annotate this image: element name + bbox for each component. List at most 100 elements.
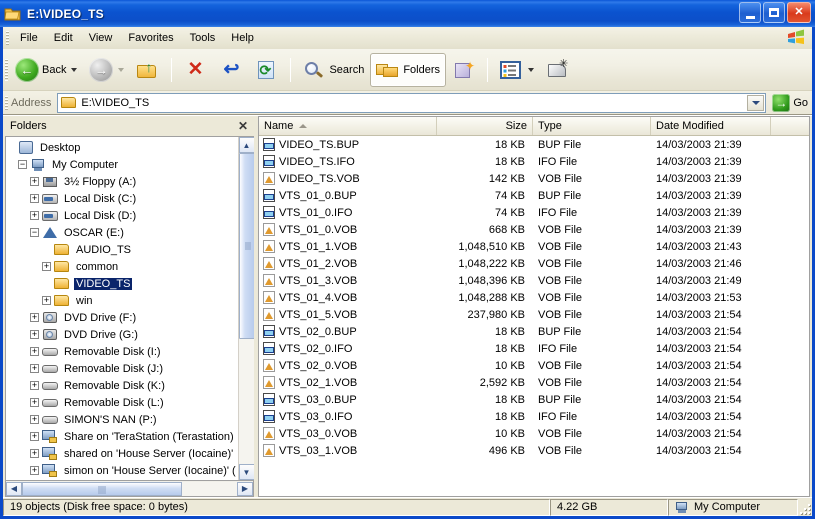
folders-button[interactable]: Folders: [370, 52, 447, 87]
tree-item-shared-on-house-server-iocaine[interactable]: + shared on 'House Server (Iocaine)': [6, 445, 238, 462]
tree-scroll-track[interactable]: [238, 153, 254, 464]
tree-item-dvd-drive-f[interactable]: + DVD Drive (F:): [6, 309, 238, 326]
toolbar-gripper[interactable]: [5, 59, 8, 81]
views-button[interactable]: [493, 53, 540, 87]
close-x-icon[interactable]: ✕: [238, 119, 248, 133]
tree-item-share-on-terastation-terastation[interactable]: + Share on 'TeraStation (Terastation): [6, 428, 238, 445]
table-row[interactable]: VTS_03_0.IFO 18 KB IFO File 14/03/2003 21:5…: [259, 408, 809, 425]
tree-expander[interactable]: +: [30, 194, 39, 203]
undo-button[interactable]: ↩: [213, 53, 249, 87]
scroll-down-icon[interactable]: ▼: [238, 464, 254, 480]
table-row[interactable]: VTS_03_1.VOB 496 KB VOB File 14/03/2003 21:…: [259, 442, 809, 459]
table-row[interactable]: VTS_02_0.BUP 18 KB BUP File 14/03/2003 21:5…: [259, 323, 809, 340]
menu-favorites[interactable]: Favorites: [120, 30, 181, 46]
resize-grip[interactable]: [798, 499, 812, 516]
table-row[interactable]: VTS_03_0.BUP 18 KB BUP File 14/03/2003 21:5…: [259, 391, 809, 408]
tree-item-removable-disk-l[interactable]: + Removable Disk (L:): [6, 394, 238, 411]
tree-expander[interactable]: +: [30, 364, 39, 373]
table-row[interactable]: VTS_02_1.VOB 2,592 KB VOB File 14/03/2003 2…: [259, 374, 809, 391]
tree-expander[interactable]: −: [18, 160, 27, 169]
tree-expander[interactable]: +: [30, 347, 39, 356]
table-row[interactable]: VTS_01_3.VOB 1,048,396 KB VOB File 14/03/20…: [259, 272, 809, 289]
table-row[interactable]: VTS_01_2.VOB 1,048,222 KB VOB File 14/03/20…: [259, 255, 809, 272]
tree-item-video-ts[interactable]: VIDEO_TS: [6, 275, 238, 292]
table-row[interactable]: VIDEO_TS.IFO 18 KB IFO File 14/03/2003 21:3…: [259, 153, 809, 170]
tree-expander[interactable]: +: [30, 211, 39, 220]
table-row[interactable]: VTS_03_0.VOB 10 KB VOB File 14/03/2003 21:5…: [259, 425, 809, 442]
tree-item-my-computer[interactable]: − My Computer: [6, 156, 238, 173]
back-button[interactable]: ← Back: [9, 53, 83, 87]
go-button[interactable]: → Go: [772, 93, 808, 112]
cube-button[interactable]: ✦: [446, 53, 482, 87]
tree-expander[interactable]: +: [42, 262, 51, 271]
column-header-size[interactable]: Size: [437, 117, 533, 135]
tree-horizontal-scrollbar[interactable]: ◀ ▶: [5, 481, 254, 497]
tree-item-removable-disk-j[interactable]: + Removable Disk (J:): [6, 360, 238, 377]
tree-item-local-disk-d[interactable]: + Local Disk (D:): [6, 207, 238, 224]
delete-button[interactable]: ✕: [177, 53, 213, 87]
address-dropdown-button[interactable]: [747, 94, 765, 111]
table-row[interactable]: VTS_01_0.BUP 74 KB BUP File 14/03/2003 21:3…: [259, 187, 809, 204]
table-row[interactable]: VTS_01_1.VOB 1,048,510 KB VOB File 14/03/20…: [259, 238, 809, 255]
close-button[interactable]: ✕: [787, 2, 811, 23]
tree-expander[interactable]: +: [30, 415, 39, 424]
tree-item-3-floppy-a[interactable]: +3½ Floppy (A:): [6, 173, 238, 190]
tree-item-win[interactable]: + win: [6, 292, 238, 309]
forward-dropdown-icon[interactable]: [118, 67, 125, 72]
table-row[interactable]: VTS_01_0.VOB 668 KB VOB File 14/03/2003 21:…: [259, 221, 809, 238]
column-header-name[interactable]: Name: [259, 117, 437, 135]
forward-button[interactable]: →: [83, 53, 130, 87]
tree-expander[interactable]: +: [30, 313, 39, 322]
tree-expander[interactable]: +: [30, 330, 39, 339]
column-header-type[interactable]: Type: [533, 117, 651, 135]
menu-gripper[interactable]: [6, 31, 9, 45]
address-input[interactable]: E:\VIDEO_TS: [57, 92, 767, 113]
scroll-up-icon[interactable]: ▲: [238, 137, 254, 153]
tree-expander[interactable]: +: [30, 381, 39, 390]
tree-expander[interactable]: −: [30, 228, 39, 237]
table-row[interactable]: VIDEO_TS.VOB 142 KB VOB File 14/03/2003 21:…: [259, 170, 809, 187]
views-dropdown-icon[interactable]: [528, 67, 535, 72]
table-row[interactable]: VTS_01_5.VOB 237,980 KB VOB File 14/03/2003…: [259, 306, 809, 323]
tree-expander[interactable]: +: [30, 432, 39, 441]
column-header-date[interactable]: Date Modified: [651, 117, 771, 135]
tree-expander[interactable]: +: [42, 296, 51, 305]
maximize-button[interactable]: [763, 2, 785, 23]
tree-item-audio-ts[interactable]: AUDIO_TS: [6, 241, 238, 258]
table-row[interactable]: VIDEO_TS.BUP 18 KB BUP File 14/03/2003 21:3…: [259, 136, 809, 153]
tree-item-desktop[interactable]: Desktop: [6, 139, 238, 156]
minimize-button[interactable]: [739, 2, 761, 23]
tree-vertical-scrollbar[interactable]: ▲ ▼: [238, 137, 254, 480]
scroll-right-icon[interactable]: ▶: [237, 481, 253, 496]
table-row[interactable]: VTS_01_4.VOB 1,048,288 KB VOB File 14/03/20…: [259, 289, 809, 306]
menu-help[interactable]: Help: [223, 30, 262, 46]
search-button[interactable]: Search: [296, 53, 370, 87]
tree-item-dvd-drive-g[interactable]: + DVD Drive (G:): [6, 326, 238, 343]
tree-expander[interactable]: +: [30, 177, 39, 186]
up-button[interactable]: ↑: [130, 53, 166, 87]
tree-scroll-thumb[interactable]: [238, 153, 254, 339]
tree-item-removable-disk-i[interactable]: + Removable Disk (I:): [6, 343, 238, 360]
menu-file[interactable]: File: [12, 30, 46, 46]
table-row[interactable]: VTS_02_0.VOB 10 KB VOB File 14/03/2003 21:5…: [259, 357, 809, 374]
tree-expander[interactable]: +: [30, 398, 39, 407]
tree-item-common[interactable]: + common: [6, 258, 238, 275]
menu-tools[interactable]: Tools: [182, 30, 224, 46]
tree-item-removable-disk-k[interactable]: + Removable Disk (K:): [6, 377, 238, 394]
tree-item-local-disk-c[interactable]: + Local Disk (C:): [6, 190, 238, 207]
menu-edit[interactable]: Edit: [46, 30, 81, 46]
refresh-button[interactable]: ⟳: [249, 53, 285, 87]
tree-item-simon-s-nan-p[interactable]: + SIMON'S NAN (P:): [6, 411, 238, 428]
scroll-left-icon[interactable]: ◀: [6, 481, 22, 496]
photo-task-button[interactable]: ✳: [540, 53, 576, 87]
menu-view[interactable]: View: [81, 30, 121, 46]
table-row[interactable]: VTS_01_0.IFO 74 KB IFO File 14/03/2003 21:3…: [259, 204, 809, 221]
tree-item-simon-on-house-server-iocaine[interactable]: + simon on 'House Server (Iocaine)' (: [6, 462, 238, 479]
table-row[interactable]: VTS_02_0.IFO 18 KB IFO File 14/03/2003 21:5…: [259, 340, 809, 357]
tree-hscroll-thumb[interactable]: [22, 481, 182, 496]
tree-expander[interactable]: +: [30, 449, 39, 458]
address-gripper[interactable]: [5, 96, 8, 110]
file-list-rows[interactable]: VIDEO_TS.BUP 18 KB BUP File 14/03/2003 21:3…: [259, 136, 809, 496]
tree-item-oscar-e[interactable]: − OSCAR (E:): [6, 224, 238, 241]
tree-hscroll-track[interactable]: [22, 481, 237, 496]
